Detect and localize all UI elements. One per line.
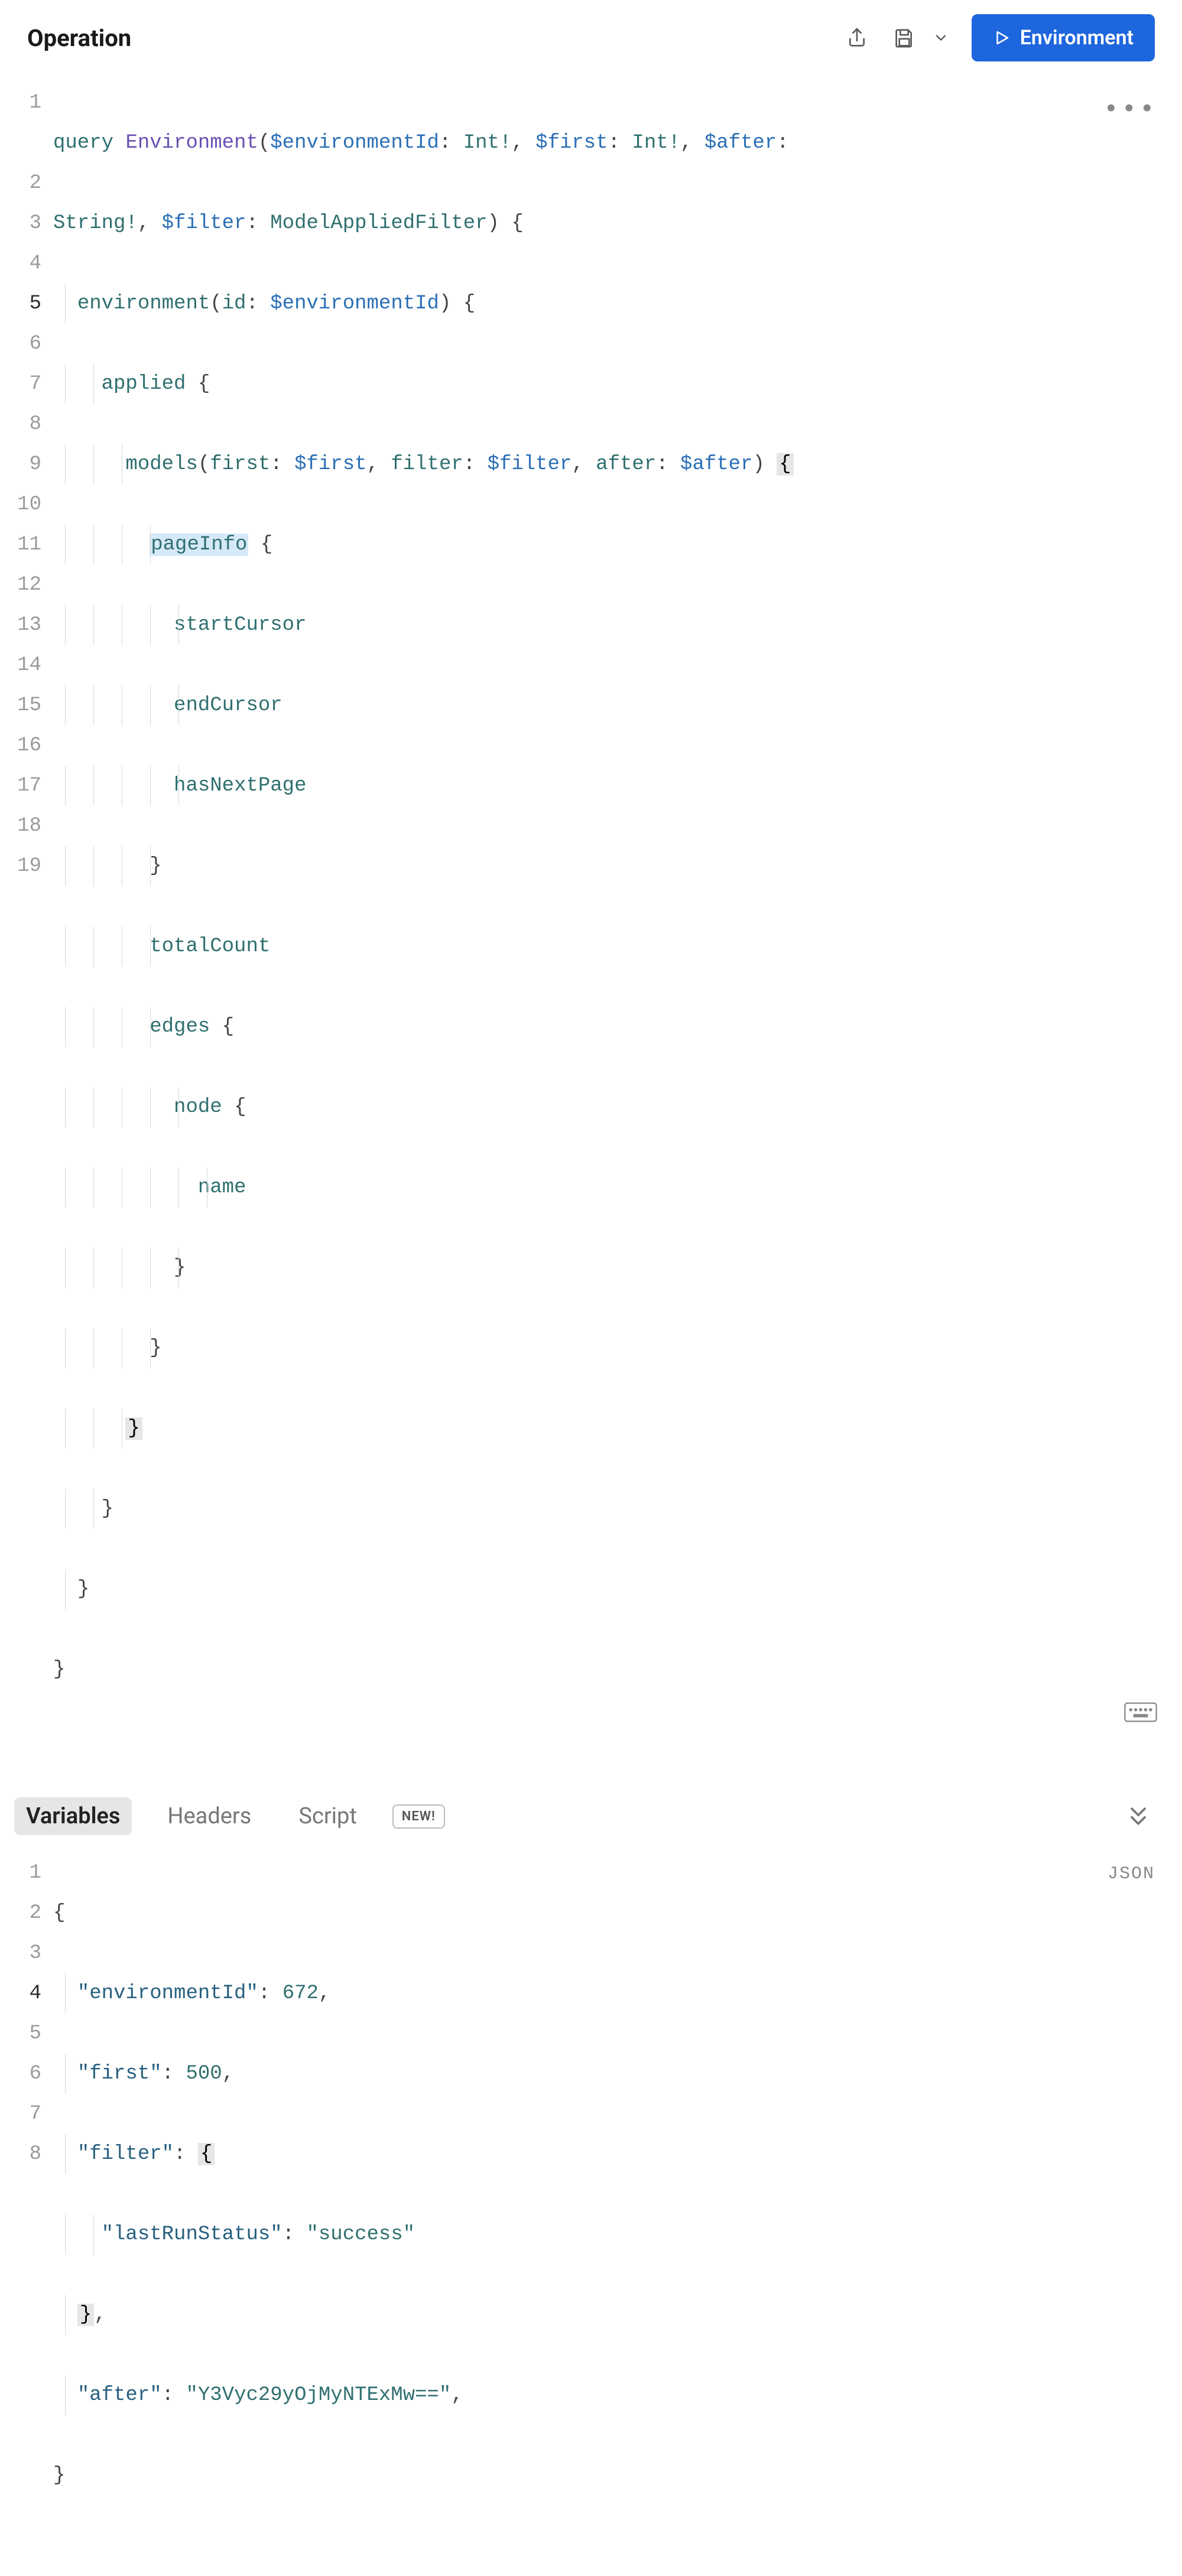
share-icon[interactable] [840,21,873,54]
variables-code[interactable]: { "environmentId": 672, "first": 500, "f… [53,1853,1182,2576]
operation-editor[interactable]: ••• 1 234 5 6789 10111213 14151617 1819 … [0,76,1182,1770]
tab-variables[interactable]: Variables [14,1797,132,1835]
tab-script[interactable]: Script [287,1797,368,1835]
variables-tabs-row: Variables Headers Script NEW! [0,1782,1182,1846]
operation-code[interactable]: query Environment($environmentId: Int!, … [53,83,1182,1770]
tabs: Variables Headers Script NEW! [14,1797,445,1835]
tab-headers[interactable]: Headers [155,1797,263,1835]
operation-title: Operation [27,24,131,52]
run-button-label: Environment [1020,26,1134,50]
chevron-down-icon[interactable] [924,21,957,54]
save-group [888,21,957,54]
variables-editor[interactable]: JSON 123 4 5678 { "environmentId": 672, … [0,1846,1182,2576]
app-root: Operation [0,0,1182,1306]
save-icon[interactable] [888,21,921,54]
header-actions: Environment [840,14,1155,61]
collapse-icon[interactable] [1122,1800,1155,1833]
operation-header: Operation [0,0,1182,76]
run-button[interactable]: Environment [972,14,1155,61]
new-badge: NEW! [392,1804,445,1829]
variables-gutter: 123 4 5678 [0,1853,53,2576]
operation-gutter: 1 234 5 6789 10111213 14151617 1819 [0,83,53,1770]
